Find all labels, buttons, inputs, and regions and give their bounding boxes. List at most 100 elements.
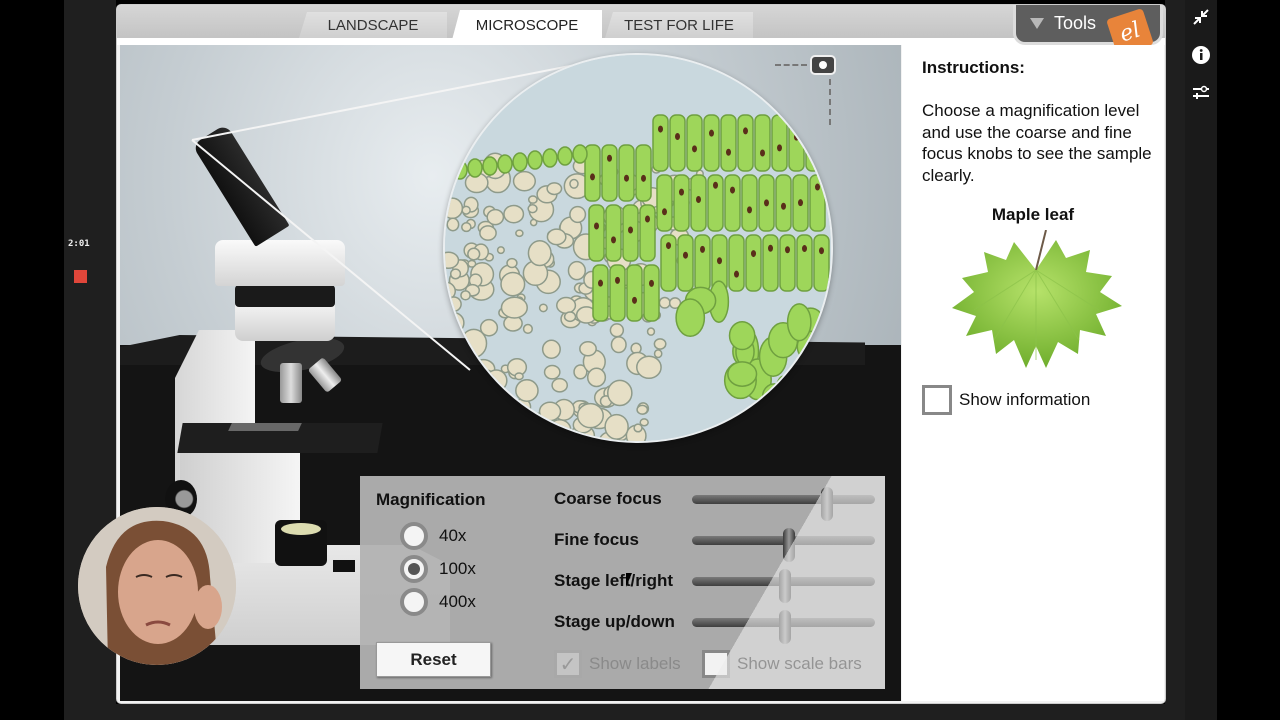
palisade-cell xyxy=(745,234,762,292)
cell-nucleus xyxy=(734,270,739,278)
plant-cell xyxy=(461,205,471,215)
palisade-cell xyxy=(694,234,711,292)
tab-landscape[interactable]: LANDSCAPE xyxy=(299,12,447,38)
cell-nucleus xyxy=(819,247,824,255)
instructions-text: Choose a magnification level and use the… xyxy=(922,101,1152,185)
slider-thumb[interactable] xyxy=(782,528,795,562)
plant-cell xyxy=(636,404,649,415)
info-icon[interactable] xyxy=(1190,44,1212,66)
slider-track[interactable] xyxy=(692,610,875,644)
checkmark-icon[interactable]: ✓ xyxy=(554,650,582,678)
radio-40x[interactable]: 40x xyxy=(400,522,466,550)
palisade-cell xyxy=(703,114,720,172)
palisade-cell xyxy=(754,114,771,172)
slider-thumb[interactable] xyxy=(779,569,792,603)
checkbox-label: Show information xyxy=(959,390,1091,409)
plant-cell xyxy=(653,349,663,359)
palisade-cell xyxy=(737,114,754,172)
plant-cell xyxy=(522,323,533,335)
tools-label: Tools xyxy=(1054,13,1097,33)
collapse-arrows-icon[interactable] xyxy=(1190,6,1212,28)
plant-cell xyxy=(576,402,604,429)
plant-cell xyxy=(514,372,524,381)
cell-nucleus xyxy=(649,279,654,287)
checkbox-box[interactable] xyxy=(702,650,730,678)
stop-recording-button[interactable] xyxy=(74,270,87,283)
plant-cell xyxy=(609,323,625,338)
checkbox-box[interactable] xyxy=(922,385,952,415)
sliders-icon[interactable] xyxy=(1190,81,1212,103)
cell-nucleus xyxy=(624,174,629,182)
show-information-checkbox[interactable]: Show information xyxy=(922,385,1090,415)
spongy-cell xyxy=(727,361,758,387)
plant-cell xyxy=(515,229,524,238)
instructions-panel: Instructions: Choose a magnification lev… xyxy=(902,45,1164,701)
radio-100x[interactable]: 100x xyxy=(400,555,476,583)
plant-cell xyxy=(527,204,538,214)
plant-cell xyxy=(479,318,499,337)
show-labels-checkbox[interactable]: ✓ Show labels xyxy=(554,650,681,678)
plant-cell xyxy=(541,339,561,360)
plant-cell xyxy=(563,311,577,323)
cell-nucleus xyxy=(764,199,769,207)
tab-microscope[interactable]: MICROSCOPE xyxy=(452,10,602,40)
cell-nucleus xyxy=(641,174,646,182)
cell-nucleus xyxy=(679,188,684,196)
slider-track[interactable] xyxy=(692,487,875,521)
palisade-cell xyxy=(741,174,758,232)
screen: 2:01 LANDSCAPE MICROSCOPE TEST FOR LIFE … xyxy=(0,0,1280,720)
plant-cell xyxy=(567,260,587,281)
tab-test-for-life[interactable]: TEST FOR LIFE xyxy=(605,12,753,38)
radio-button[interactable] xyxy=(400,522,428,550)
palisade-cell xyxy=(669,114,686,172)
plant-cell xyxy=(527,239,552,267)
cell-nucleus xyxy=(598,279,603,287)
microscope-scene: Magnification 40x 100x 400x Reset Coarse… xyxy=(120,45,901,701)
plant-cell xyxy=(569,205,587,224)
palisade-cell xyxy=(762,234,779,292)
microscope-head xyxy=(215,240,345,286)
objective-lens xyxy=(280,363,302,403)
cell-nucleus xyxy=(781,202,786,210)
radio-400x[interactable]: 400x xyxy=(400,588,476,616)
epidermis-cell xyxy=(557,146,573,166)
palisade-cell xyxy=(690,174,707,232)
plant-cell xyxy=(586,367,607,388)
radio-button[interactable] xyxy=(400,555,428,583)
cell-nucleus xyxy=(751,250,756,258)
palisade-cell xyxy=(728,234,745,292)
plant-cell xyxy=(449,268,462,280)
light-switch xyxy=(333,560,355,572)
controls-panel: Magnification 40x 100x 400x Reset Coarse… xyxy=(360,476,885,689)
radio-button[interactable] xyxy=(400,588,428,616)
magnified-view xyxy=(443,53,833,443)
epidermis-cell xyxy=(452,160,468,180)
palisade-cell xyxy=(609,264,626,322)
palisade-cell xyxy=(809,174,826,232)
palisade-cell xyxy=(788,114,805,172)
cell-nucleus xyxy=(700,245,705,253)
slider-track[interactable] xyxy=(692,569,875,603)
slider-thumb[interactable] xyxy=(821,487,834,521)
webcam-overlay xyxy=(78,507,236,665)
cell-nucleus xyxy=(811,137,816,145)
spongy-cell xyxy=(675,298,706,337)
cell-nucleus xyxy=(726,148,731,156)
reset-button[interactable]: Reset xyxy=(376,642,491,677)
camera-guide-line xyxy=(829,79,831,125)
plant-cell xyxy=(606,379,633,407)
spongy-cell xyxy=(728,320,756,351)
plant-cell xyxy=(461,222,472,233)
camera-icon[interactable] xyxy=(810,55,836,75)
plant-cell xyxy=(479,225,497,241)
slider-label: Fine focus xyxy=(554,530,640,549)
slider-thumb[interactable] xyxy=(779,610,792,644)
slider-label: Stage up/down xyxy=(554,612,675,631)
slider-track[interactable] xyxy=(692,528,875,562)
show-scale-bars-checkbox[interactable]: Show scale bars xyxy=(702,650,862,678)
mouse-cursor xyxy=(626,573,632,587)
presenter-video xyxy=(78,507,236,665)
recording-timer: 2:01 xyxy=(68,239,90,249)
palisade-cell xyxy=(720,114,737,172)
cell-nucleus xyxy=(658,125,663,133)
